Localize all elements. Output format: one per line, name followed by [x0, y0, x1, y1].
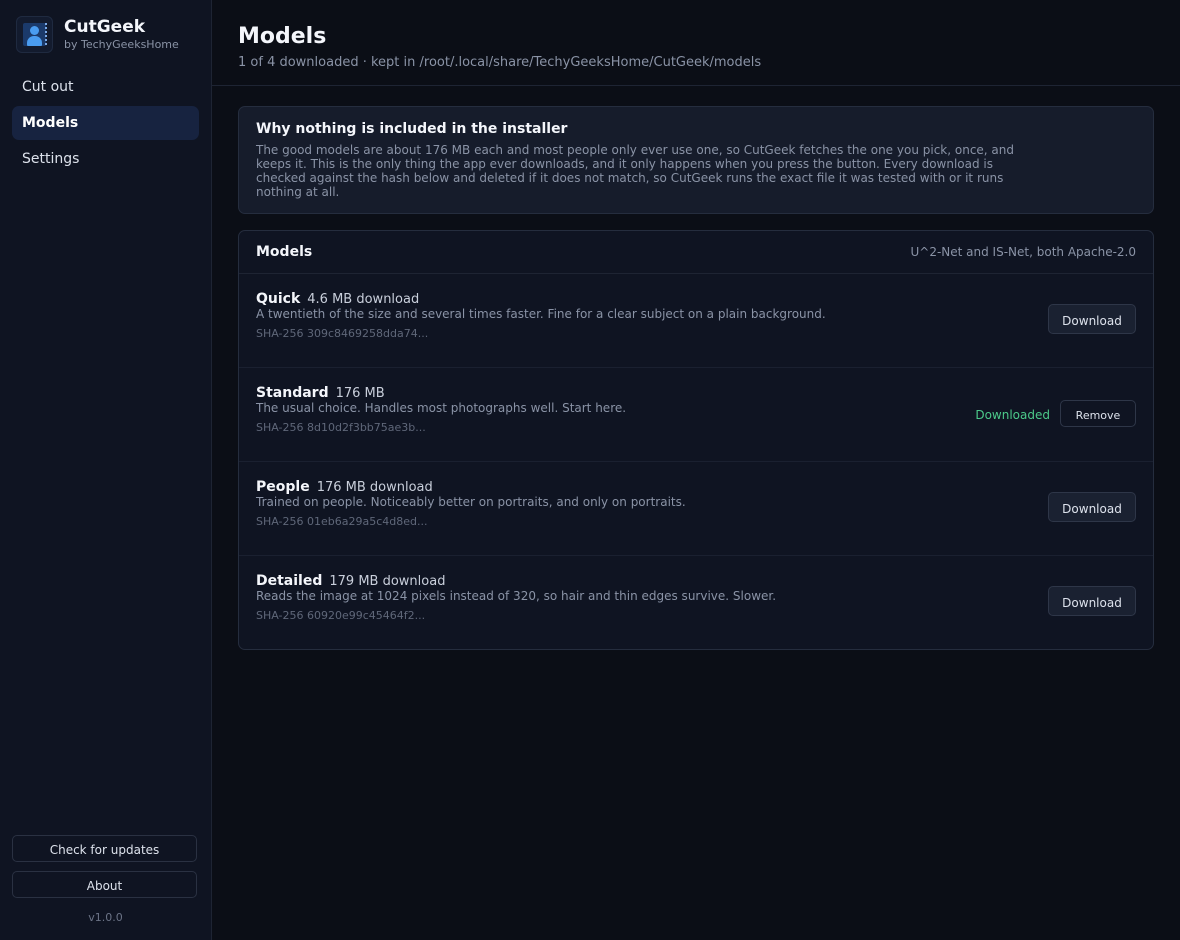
models-card: Models U^2-Net and IS-Net, both Apache-2… [238, 230, 1154, 650]
model-name: Standard [256, 385, 329, 401]
model-name: Quick [256, 291, 301, 307]
models-card-header: Models U^2-Net and IS-Net, both Apache-2… [239, 231, 1153, 274]
model-description: Trained on people. Noticeably better on … [256, 495, 686, 509]
model-size: 4.6 MB download [307, 292, 420, 307]
sidebar-item-models[interactable]: Models [12, 106, 199, 140]
download-button-quick[interactable]: Download [1048, 304, 1136, 334]
downloaded-status: Downloaded [975, 408, 1050, 422]
models-license-note: U^2-Net and IS-Net, both Apache-2.0 [910, 245, 1136, 259]
model-name: People [256, 479, 310, 495]
model-hash: SHA-256 8d10d2f3bb75ae3b... [256, 421, 426, 434]
model-name: Detailed [256, 573, 323, 589]
sidebar-item-cut-out[interactable]: Cut out [12, 70, 199, 104]
info-text: The good models are about 176 MB each an… [256, 143, 1015, 199]
page-title: Models [238, 24, 327, 49]
models-card-title: Models [256, 244, 313, 260]
model-size: 176 MB [335, 386, 385, 401]
model-hash: SHA-256 60920e99c45464f2... [256, 609, 426, 622]
remove-button-standard[interactable]: Remove [1060, 400, 1136, 427]
cutout-person-logo-icon [16, 16, 53, 53]
sidebar-nav: Cut out Models Settings [12, 70, 199, 178]
download-button-people[interactable]: Download [1048, 492, 1136, 522]
model-size: 179 MB download [329, 574, 446, 589]
model-description: The usual choice. Handles most photograp… [256, 401, 627, 415]
app-byline: by TechyGeeksHome [64, 38, 179, 51]
model-hash: SHA-256 309c8469258dda74... [256, 327, 429, 340]
page-header: Models 1 of 4 downloaded · kept in /root… [212, 0, 1180, 86]
model-description: A twentieth of the size and several time… [256, 307, 826, 321]
model-description: Reads the image at 1024 pixels instead o… [256, 589, 777, 603]
model-row-quick: Quick 4.6 MB download A twentieth of the … [239, 274, 1153, 368]
model-size: 176 MB download [316, 480, 433, 495]
info-title: Why nothing is included in the installer [256, 121, 568, 137]
check-for-updates-button[interactable]: Check for updates [12, 835, 197, 862]
download-button-detailed[interactable]: Download [1048, 586, 1136, 616]
installer-info-card: Why nothing is included in the installer… [238, 106, 1154, 214]
app-name: CutGeek [64, 17, 146, 37]
model-hash: SHA-256 01eb6a29a5c4d8ed... [256, 515, 428, 528]
app-version: v1.0.0 [88, 911, 123, 924]
about-button[interactable]: About [12, 871, 197, 898]
main-content: Models 1 of 4 downloaded · kept in /root… [212, 0, 1180, 940]
sidebar-item-settings[interactable]: Settings [12, 142, 199, 176]
sidebar: CutGeek by TechyGeeksHome Cut out Models… [0, 0, 212, 940]
model-row-detailed: Detailed 179 MB download Reads the image … [239, 556, 1153, 649]
page-subtitle: 1 of 4 downloaded · kept in /root/.local… [238, 55, 762, 70]
model-row-standard: Standard 176 MB The usual choice. Handles… [239, 368, 1153, 462]
brand: CutGeek by TechyGeeksHome [16, 16, 179, 53]
model-row-people: People 176 MB download Trained on people.… [239, 462, 1153, 556]
